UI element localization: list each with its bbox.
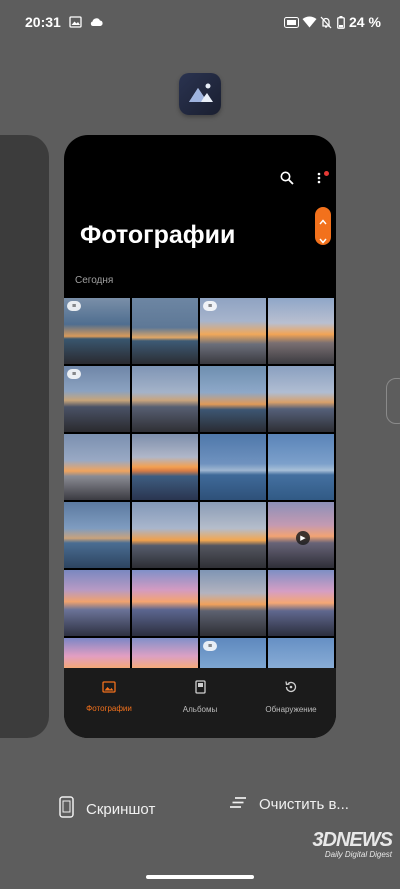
cloud-icon — [89, 12, 104, 32]
photo-thumbnail[interactable] — [268, 298, 334, 364]
nav-albums[interactable]: Альбомы — [155, 680, 245, 714]
page-title: Фотографии — [80, 221, 236, 249]
recents-actions: Скриншот Очистить в... — [0, 796, 400, 826]
next-app-card[interactable] — [386, 378, 400, 424]
burst-icon: ≡ — [203, 301, 217, 311]
photo-thumbnail[interactable] — [132, 434, 198, 500]
chevron-up-icon — [319, 212, 327, 230]
photo-thumbnail[interactable]: ≡ — [200, 298, 266, 364]
photo-thumbnail[interactable] — [64, 502, 130, 568]
photo-thumbnail[interactable] — [132, 570, 198, 636]
photo-thumbnail[interactable] — [268, 638, 334, 668]
notification-dot — [324, 171, 329, 176]
photo-thumbnail[interactable] — [200, 434, 266, 500]
status-bar: 20:31 24 % — [0, 0, 400, 44]
photo-thumbnail[interactable] — [132, 298, 198, 364]
photo-thumbnail[interactable] — [200, 570, 266, 636]
photo-thumbnail[interactable] — [200, 366, 266, 432]
home-gesture-bar[interactable] — [146, 875, 254, 879]
photo-thumbnail[interactable] — [268, 366, 334, 432]
nav-discover-label: Обнаружение — [265, 705, 317, 714]
photo-thumbnail[interactable] — [132, 366, 198, 432]
watermark-title: 3DNEWS — [312, 829, 393, 851]
photo-thumbnail[interactable] — [132, 638, 198, 668]
mute-icon — [320, 12, 332, 32]
photo-thumbnail[interactable] — [268, 570, 334, 636]
nav-photos-label: Фотографии — [86, 704, 132, 713]
album-icon — [194, 680, 206, 698]
video-thumbnail[interactable]: ▶ — [268, 502, 334, 568]
bottom-navigation: Фотографии Альбомы Обнаружение — [64, 668, 336, 738]
previous-app-card[interactable] — [0, 135, 49, 738]
phone-screenshot-icon — [59, 796, 74, 822]
battery-percent: 24 % — [349, 14, 381, 30]
search-icon[interactable] — [280, 171, 294, 190]
clear-all-icon — [230, 796, 247, 813]
photo-icon — [102, 680, 116, 697]
nav-discover[interactable]: Обнаружение — [246, 680, 336, 714]
photo-thumbnail[interactable] — [64, 434, 130, 500]
screenshot-label: Скриншот — [86, 800, 156, 818]
play-icon: ▶ — [296, 531, 310, 545]
gallery-app-icon[interactable] — [179, 73, 221, 115]
section-header: Сегодня — [75, 275, 114, 286]
photo-thumbnail[interactable] — [132, 502, 198, 568]
photo-thumbnail[interactable]: ≡ — [64, 298, 130, 364]
photo-thumbnail[interactable] — [64, 570, 130, 636]
battery-icon — [337, 12, 345, 32]
photo-thumbnail[interactable] — [200, 502, 266, 568]
clear-all-label: Очистить в... — [259, 796, 349, 813]
watermark-logo: 3DNEWS Daily Digital Digest — [292, 829, 393, 879]
status-time: 20:31 — [25, 14, 61, 30]
gallery-icon — [69, 12, 82, 32]
watermark-tagline: Daily Digital Digest — [324, 850, 392, 859]
photo-thumbnail[interactable] — [64, 638, 130, 668]
nav-photos[interactable]: Фотографии — [64, 680, 154, 713]
more-options-icon[interactable] — [316, 171, 322, 190]
photo-thumbnail[interactable] — [268, 434, 334, 500]
clear-all-button[interactable]: Очистить в... — [230, 796, 349, 813]
wifi-icon — [302, 12, 317, 32]
burst-icon: ≡ — [67, 301, 81, 311]
discover-icon — [284, 681, 298, 698]
photo-thumbnail[interactable]: ≡ — [200, 638, 266, 668]
photo-thumbnail[interactable]: ≡ — [64, 366, 130, 432]
fast-scroll-handle[interactable] — [315, 207, 331, 245]
burst-icon: ≡ — [203, 641, 217, 651]
chevron-down-icon — [319, 231, 327, 249]
hd-icon — [284, 12, 299, 32]
screenshot-button[interactable]: Скриншот — [59, 796, 155, 822]
nav-albums-label: Альбомы — [182, 705, 218, 714]
burst-icon: ≡ — [67, 369, 81, 379]
photos-app-card[interactable]: Фотографии Сегодня ≡ ≡ ≡ ▶ ≡ Фотографии … — [64, 135, 336, 738]
